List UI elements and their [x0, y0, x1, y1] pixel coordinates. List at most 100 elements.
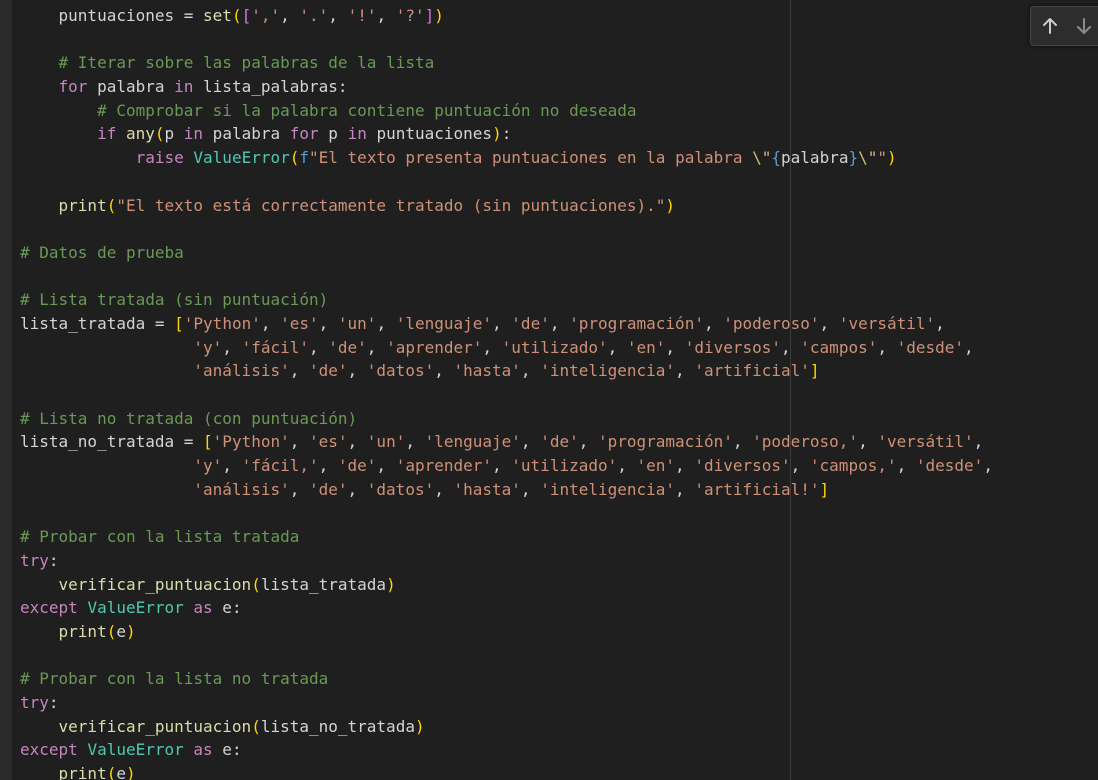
code-token: , — [492, 456, 512, 476]
code-token: 'en' — [636, 456, 676, 476]
code-line[interactable]: 'análisis', 'de', 'datos', 'hasta', 'int… — [20, 359, 993, 383]
code-line[interactable]: print("El texto está correctamente trata… — [20, 194, 993, 218]
arrow-up-icon — [1043, 18, 1057, 34]
code-line[interactable]: # Datos de prueba — [20, 241, 993, 265]
code-token: , — [520, 361, 541, 381]
code-line[interactable]: try: — [20, 549, 993, 573]
code-line[interactable]: # Comprobar si la palabra contiene puntu… — [20, 99, 993, 123]
code-token: , — [318, 313, 338, 333]
code-token: for — [58, 77, 88, 97]
code-token: ] — [819, 479, 830, 499]
code-token: # Probar con la lista no tratada — [20, 669, 329, 689]
code-token: 'análisis' — [193, 479, 290, 499]
find-widget — [1030, 6, 1098, 46]
code-token: print — [58, 195, 107, 215]
code-token: ) — [887, 148, 897, 168]
code-token: f — [299, 148, 310, 168]
code-token: = — [145, 313, 175, 333]
code-token: 'y' — [193, 337, 223, 357]
code-token: raise — [135, 148, 184, 168]
code-line[interactable]: # Probar con la lista no tratada — [20, 667, 993, 691]
code-line[interactable]: 'y', 'fácil,', 'de', 'aprender', 'utiliz… — [20, 454, 993, 478]
code-token: , — [366, 337, 387, 357]
code-token: , — [376, 456, 396, 476]
code-line[interactable] — [20, 28, 993, 52]
code-token: 'campos,' — [809, 456, 897, 476]
code-token: , — [222, 456, 242, 476]
code-token: try — [20, 550, 49, 570]
code-line[interactable] — [20, 501, 993, 525]
code-token: e — [116, 621, 126, 641]
code-token: , — [732, 432, 753, 452]
code-token: 'lenguaje' — [395, 313, 493, 333]
code-token: , — [675, 361, 695, 381]
code-token: 'aprender' — [395, 456, 493, 476]
code-token: 'y' — [193, 456, 223, 476]
code-line[interactable]: print(e) — [20, 762, 993, 780]
code-token: , — [289, 361, 309, 381]
code-line[interactable] — [20, 170, 993, 194]
code-token: , — [858, 432, 878, 452]
code-line[interactable] — [20, 265, 993, 289]
code-line[interactable]: lista_tratada = ['Python', 'es', 'un', '… — [20, 312, 993, 336]
code-token: try — [20, 692, 49, 712]
code-line[interactable] — [20, 217, 993, 241]
code-token: palabra — [87, 77, 175, 97]
code-token: p — [318, 124, 348, 144]
code-token: : — [48, 692, 59, 712]
code-token: 'hasta' — [453, 479, 521, 499]
code-token: , — [703, 313, 724, 333]
code-token: 'versátil' — [838, 313, 936, 333]
code-line[interactable]: 'y', 'fácil', 'de', 'aprender', 'utiliza… — [20, 336, 993, 360]
code-token: " — [877, 148, 888, 168]
code-token: ( — [231, 6, 242, 25]
code-token: 'lenguaje' — [424, 432, 521, 452]
code-token: , — [434, 361, 454, 381]
code-token: , — [675, 456, 695, 476]
code-token: , — [877, 337, 897, 357]
code-content[interactable]: puntuaciones = set([',', '.', '!', '?'])… — [20, 4, 993, 780]
code-line[interactable]: print(e) — [20, 620, 993, 644]
code-line[interactable]: raise ValueError(f"El texto presenta pun… — [20, 146, 993, 170]
code-line[interactable]: 'análisis', 'de', 'datos', 'hasta', 'int… — [20, 478, 993, 502]
code-line[interactable]: if any(p in palabra for p in puntuacione… — [20, 122, 993, 146]
code-line[interactable] — [20, 644, 993, 668]
code-line[interactable]: except ValueError as e: — [20, 596, 993, 620]
code-line[interactable]: # Probar con la lista tratada — [20, 525, 993, 549]
code-token: # Lista tratada (sin puntuación) — [20, 290, 329, 310]
code-line[interactable]: lista_no_tratada = ['Python', 'es', 'un'… — [20, 430, 993, 454]
code-line[interactable]: puntuaciones = set([',', '.', '!', '?']) — [20, 4, 993, 28]
code-token: ( — [251, 716, 261, 736]
code-line[interactable]: # Lista tratada (sin puntuación) — [20, 288, 993, 312]
code-line[interactable]: for palabra in lista_palabras: — [20, 75, 993, 99]
code-token: ) — [414, 716, 425, 736]
code-line[interactable]: # Lista no tratada (con puntuación) — [20, 407, 993, 431]
code-line[interactable]: verificar_puntuacion(lista_tratada) — [20, 573, 993, 597]
code-line[interactable] — [20, 383, 993, 407]
code-token: , — [578, 432, 598, 452]
code-token: , — [222, 337, 242, 357]
code-token: , — [376, 313, 396, 333]
code-token: # Iterar sobre las palabras de la lista — [58, 53, 435, 73]
code-token: 'inteligencia' — [540, 479, 676, 499]
code-token: 'es' — [309, 432, 348, 452]
code-editor[interactable]: puntuaciones = set([',', '.', '!', '?'])… — [0, 0, 1098, 780]
code-token: , — [318, 456, 338, 476]
code-token: , — [617, 456, 637, 476]
next-match-button[interactable] — [1069, 11, 1098, 41]
editor-gutter — [0, 0, 12, 780]
code-line[interactable]: # Iterar sobre las palabras de la lista — [20, 51, 993, 75]
previous-match-button[interactable] — [1035, 11, 1065, 41]
code-line[interactable]: verificar_puntuacion(lista_no_tratada) — [20, 715, 993, 739]
code-token: ( — [154, 124, 165, 144]
code-line[interactable]: except ValueError as e: — [20, 738, 993, 762]
code-line[interactable]: try: — [20, 691, 993, 715]
